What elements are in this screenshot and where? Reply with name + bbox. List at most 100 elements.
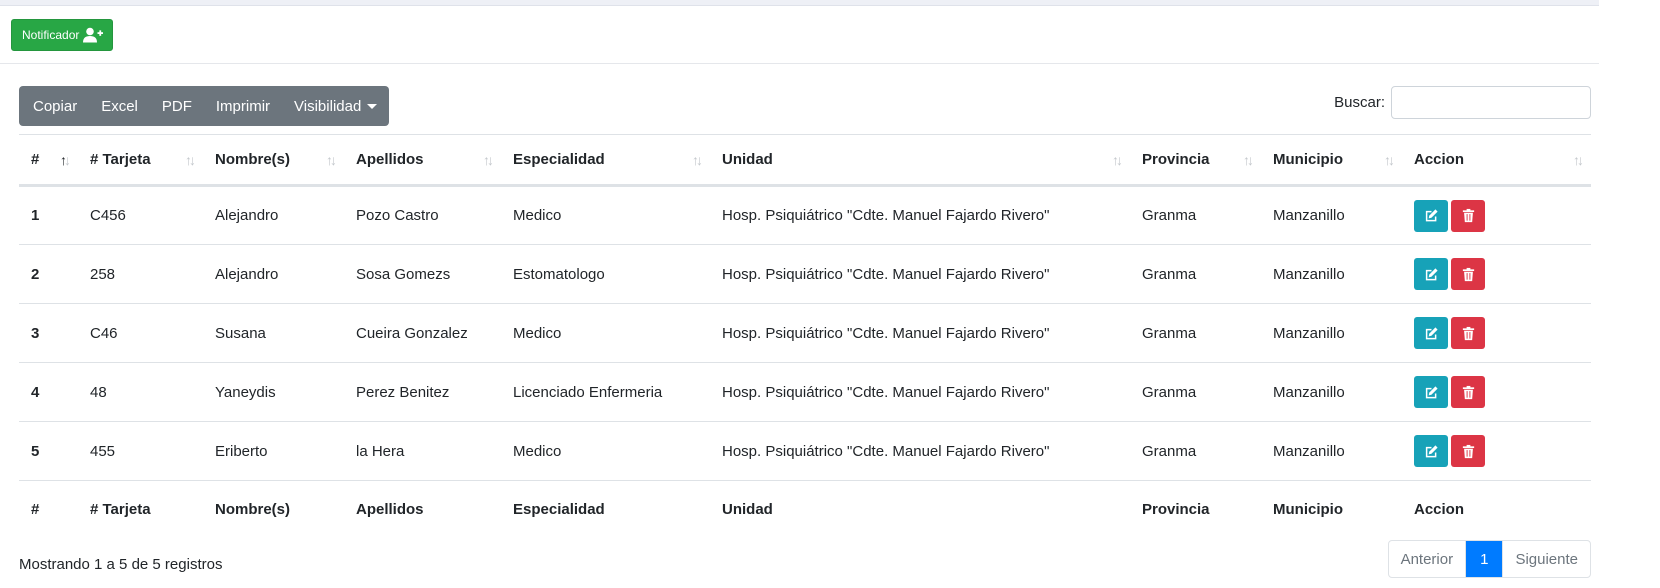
table-cell: Manzanillo xyxy=(1261,421,1402,481)
footer-header: Nombre(s) xyxy=(203,480,344,538)
row-actions xyxy=(1414,376,1579,408)
edit-icon xyxy=(1425,267,1438,280)
table-cell: Medico xyxy=(501,185,710,245)
table-header-row: # ↑↓ # Tarjeta ↑↓ Nombre(s) ↑↓ Apellidos ↑↓ … xyxy=(19,134,1591,187)
col-header[interactable]: Nombre(s) ↑↓ xyxy=(203,134,344,187)
col-header[interactable]: Accion ↑↓ xyxy=(1402,134,1591,187)
table-cell: 1 xyxy=(19,185,78,245)
col-header[interactable]: Unidad ↑↓ xyxy=(710,134,1130,187)
table-cell: Hosp. Psiquiátrico "Cdte. Manuel Fajardo… xyxy=(710,362,1130,422)
sort-icon: ↑↓ xyxy=(1243,151,1254,168)
footer-header: Provincia xyxy=(1130,480,1261,538)
pdf-button[interactable]: PDF xyxy=(150,86,204,126)
sort-icon: ↑↓ xyxy=(692,151,703,168)
table-cell: 4 xyxy=(19,362,78,422)
search-input[interactable] xyxy=(1391,86,1591,119)
table-row: 1 C456 Alejandro Pozo Castro Medico Hosp. Psi… xyxy=(19,185,1591,245)
table-row: 3 C46 Susana Cueira Gonzalez Medico Hosp. Psi… xyxy=(19,303,1591,363)
edit-icon xyxy=(1425,385,1438,398)
table-cell: C46 xyxy=(78,303,203,363)
copiar-button[interactable]: Copiar xyxy=(19,86,89,126)
table-cell: Licenciado Enfermeria xyxy=(501,362,710,422)
table-cell: Manzanillo xyxy=(1261,303,1402,363)
footer-header: Accion xyxy=(1402,480,1591,538)
pagination-page-current[interactable]: 1 xyxy=(1465,541,1503,577)
table-cell: Eriberto xyxy=(203,421,344,481)
col-header[interactable]: Especialidad ↑↓ xyxy=(501,134,710,187)
table-row: 4 48 Yaneydis Perez Benitez Licenciado Enfer… xyxy=(19,362,1591,422)
table-cell: Perez Benitez xyxy=(344,362,501,422)
export-button-group: Copiar Excel PDF Imprimir Visibilidad xyxy=(19,86,390,126)
col-header[interactable]: Provincia ↑↓ xyxy=(1130,134,1261,187)
edit-button[interactable] xyxy=(1414,376,1448,408)
sort-icon: ↑↓ xyxy=(1384,151,1395,168)
pagination-prev[interactable]: Anterior xyxy=(1389,541,1466,577)
table-cell: Sosa Gomezs xyxy=(344,244,501,304)
notificador-button[interactable]: Notificador xyxy=(11,19,114,51)
edit-button[interactable] xyxy=(1414,435,1448,467)
row-actions xyxy=(1414,435,1579,467)
table-cell: 258 xyxy=(78,244,203,304)
table-cell: Hosp. Psiquiátrico "Cdte. Manuel Fajardo… xyxy=(710,244,1130,304)
visibilidad-label: Visibilidad xyxy=(294,97,362,115)
table-cell: Alejandro xyxy=(203,185,344,245)
table-cell: Manzanillo xyxy=(1261,362,1402,422)
table-cell: 5 xyxy=(19,421,78,481)
footer-header: Apellidos xyxy=(344,480,501,538)
edit-button[interactable] xyxy=(1414,258,1448,290)
search-label: Buscar: xyxy=(1334,94,1385,111)
trash-icon xyxy=(1462,385,1474,399)
trash-icon xyxy=(1462,444,1474,458)
table-cell: Manzanillo xyxy=(1261,185,1402,245)
excel-button[interactable]: Excel xyxy=(89,86,150,126)
table-cell: Granma xyxy=(1130,244,1261,304)
edit-icon xyxy=(1425,209,1438,222)
table-cell: Medico xyxy=(501,421,710,481)
search-box: Buscar: xyxy=(1334,86,1591,119)
delete-button[interactable] xyxy=(1451,317,1485,349)
imprimir-button[interactable]: Imprimir xyxy=(204,86,282,126)
table-row: 2 258 Alejandro Sosa Gomezs Estomatologo Hosp… xyxy=(19,244,1591,304)
edit-button[interactable] xyxy=(1414,317,1448,349)
action-cell xyxy=(1402,244,1591,304)
col-header[interactable]: # ↑↓ xyxy=(19,134,78,187)
table-cell: Granma xyxy=(1130,362,1261,422)
table-cell: Granma xyxy=(1130,421,1261,481)
sort-icon: ↑↓ xyxy=(483,151,494,168)
table-cell: Granma xyxy=(1130,185,1261,245)
visibilidad-dropdown[interactable]: Visibilidad xyxy=(282,86,389,126)
pagination: Anterior 1 Siguiente xyxy=(1387,540,1591,578)
data-table: # ↑↓ # Tarjeta ↑↓ Nombre(s) ↑↓ Apellidos ↑↓ … xyxy=(19,134,1591,538)
col-header[interactable]: Municipio ↑↓ xyxy=(1261,134,1402,187)
row-actions xyxy=(1414,199,1579,232)
edit-button[interactable] xyxy=(1414,199,1448,232)
col-header[interactable]: # Tarjeta ↑↓ xyxy=(78,134,203,187)
table-cell: la Hera xyxy=(344,421,501,481)
delete-button[interactable] xyxy=(1451,435,1485,467)
footer-header: # xyxy=(19,480,78,538)
table-cell: 2 xyxy=(19,244,78,304)
delete-button[interactable] xyxy=(1451,376,1485,408)
action-cell xyxy=(1402,421,1591,481)
pagination-next[interactable]: Siguiente xyxy=(1502,541,1590,577)
footer-header: Unidad xyxy=(710,480,1130,538)
col-header[interactable]: Apellidos ↑↓ xyxy=(344,134,501,187)
trash-icon xyxy=(1462,326,1474,340)
delete-button[interactable] xyxy=(1451,258,1485,290)
delete-button[interactable] xyxy=(1451,199,1485,232)
table-row: 5 455 Eriberto la Hera Medico Hosp. Psiquiátr… xyxy=(19,421,1591,481)
table-cell: Manzanillo xyxy=(1261,244,1402,304)
footer-header: Municipio xyxy=(1261,480,1402,538)
edit-icon xyxy=(1425,326,1438,339)
caret-down-icon xyxy=(367,103,378,109)
trash-icon xyxy=(1462,208,1474,223)
action-cell xyxy=(1402,185,1591,245)
table-cell: Yaneydis xyxy=(203,362,344,422)
table-cell: 48 xyxy=(78,362,203,422)
sort-icon: ↑↓ xyxy=(1573,151,1584,168)
table-cell: Medico xyxy=(501,303,710,363)
table-cell: C456 xyxy=(78,185,203,245)
sort-icon: ↑↓ xyxy=(60,151,71,168)
table-cell: Alejandro xyxy=(203,244,344,304)
table-cell: Susana xyxy=(203,303,344,363)
